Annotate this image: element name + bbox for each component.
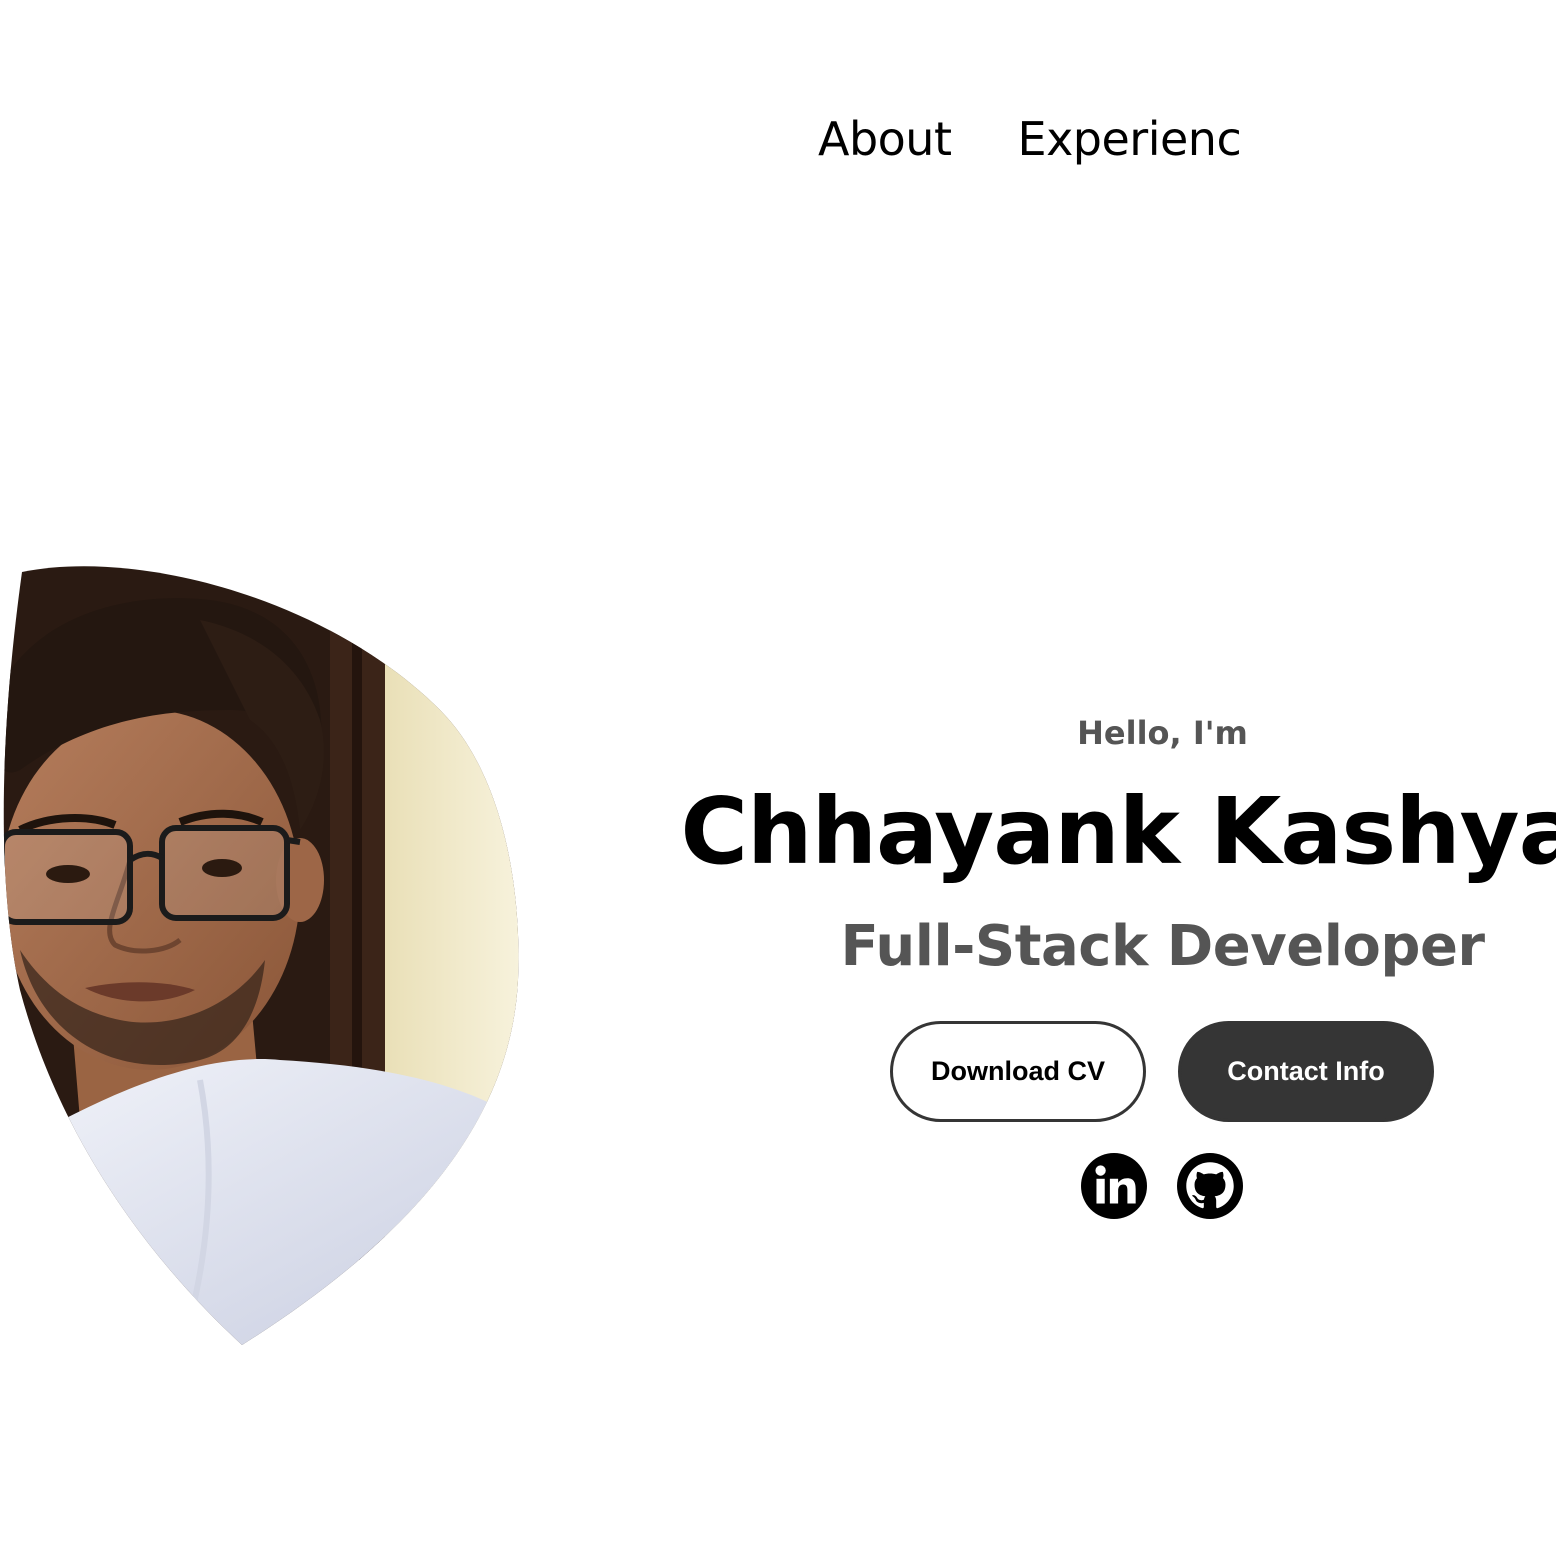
nav-link-about[interactable]: About bbox=[818, 112, 952, 166]
hero-greeting: Hello, I'm bbox=[1077, 714, 1248, 752]
profile-picture bbox=[0, 560, 520, 1350]
download-cv-button[interactable]: Download CV bbox=[890, 1021, 1146, 1122]
hero-title: Full-Stack Developer bbox=[840, 914, 1485, 979]
page: About Experience bbox=[0, 0, 1556, 1556]
hero-name: Chhayank Kashyap bbox=[680, 778, 1556, 885]
github-icon[interactable] bbox=[1177, 1153, 1243, 1219]
contact-info-button[interactable]: Contact Info bbox=[1178, 1021, 1434, 1122]
linkedin-icon[interactable] bbox=[1081, 1153, 1147, 1219]
top-nav: About Experience bbox=[818, 104, 1242, 174]
nav-link-experience[interactable]: Experience bbox=[1018, 112, 1242, 166]
